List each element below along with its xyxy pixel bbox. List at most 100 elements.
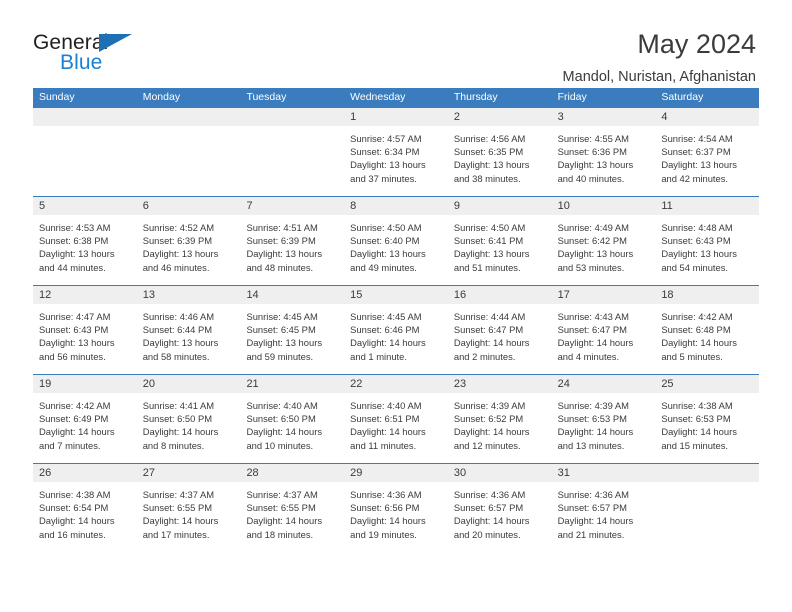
calendar-page: General Blue May 2024 Mandol, Nuristan, … (0, 0, 792, 612)
day-info-line: Daylight: 14 hours (39, 426, 115, 438)
day-info-line: and 38 minutes. (453, 172, 521, 184)
day-info-line: Sunset: 6:43 PM (661, 235, 731, 247)
day-number: 21 (246, 378, 259, 390)
day-info-line: Daylight: 14 hours (142, 515, 219, 527)
day-info-line: Sunrise: 4:47 AM (39, 311, 111, 322)
day-sun-info: Sunrise: 4:40 AM Sunset: 6:51 PM Daylight:… (344, 393, 448, 452)
day-info-line: Sunrise: 4:39 AM (557, 400, 629, 411)
day-sun-info: Sunrise: 4:42 AM Sunset: 6:49 PM Daylight:… (33, 393, 137, 452)
day-number: 1 (350, 111, 357, 123)
calendar-day-cell[interactable]: 20 Sunrise: 4:41 AM Sunset: 6:50 PM Dayligh… (136, 375, 241, 463)
day-number: 16 (453, 289, 467, 301)
general-blue-logo[interactable]: General Blue (33, 30, 145, 76)
day-sun-info: Sunrise: 4:47 AM Sunset: 6:43 PM Daylight:… (33, 304, 137, 363)
calendar-day-cell[interactable]: 23 Sunrise: 4:39 AM Sunset: 6:52 PM Dayligh… (447, 375, 552, 463)
calendar-day-cell[interactable]: 29 Sunrise: 4:36 AM Sunset: 6:56 PM Dayligh… (344, 464, 448, 552)
calendar-week-row: 1 Sunrise: 4:57 AM Sunset: 6:34 PM Daylight… (33, 107, 760, 196)
day-info-line: Sunset: 6:39 PM (246, 235, 316, 247)
day-number-band: 12 (33, 286, 137, 304)
calendar-day-cell[interactable]: 25 Sunrise: 4:38 AM Sunset: 6:53 PM Dayligh… (655, 375, 760, 463)
calendar-day-cell[interactable]: 22 Sunrise: 4:40 AM Sunset: 6:51 PM Dayligh… (344, 375, 448, 463)
calendar-day-cell[interactable]: 10 Sunrise: 4:49 AM Sunset: 6:42 PM Dayligh… (551, 197, 656, 285)
calendar-day-cell[interactable]: 7 Sunrise: 4:51 AM Sunset: 6:39 PM Daylight… (240, 197, 345, 285)
day-number: 4 (661, 111, 668, 123)
day-info-line: Sunrise: 4:57 AM (350, 133, 422, 144)
day-number: 2 (453, 111, 460, 123)
day-number-band: 26 (33, 464, 137, 482)
day-number: 27 (142, 467, 155, 479)
calendar-day-cell[interactable]: 8 Sunrise: 4:50 AM Sunset: 6:40 PM Daylight… (344, 197, 448, 285)
calendar-day-cell[interactable]: 2 Sunrise: 4:56 AM Sunset: 6:35 PM Daylight… (447, 108, 552, 196)
day-info-line: Sunset: 6:35 PM (453, 146, 524, 158)
day-number-band: 17 (551, 286, 656, 304)
day-info-line: Sunset: 6:50 PM (246, 413, 316, 425)
day-number-band: 8 (344, 197, 448, 215)
day-info-line: and 44 minutes. (39, 261, 106, 273)
calendar-day-cell[interactable]: 1 Sunrise: 4:57 AM Sunset: 6:34 PM Daylight… (344, 108, 448, 196)
day-info-line: Daylight: 14 hours (142, 426, 219, 438)
day-info-line: Sunrise: 4:49 AM (557, 222, 629, 233)
day-number-band: 28 (240, 464, 345, 482)
day-sun-info: Sunrise: 4:36 AM Sunset: 6:57 PM Daylight:… (448, 482, 552, 541)
day-number-band: 6 (136, 197, 241, 215)
day-info-line: Sunset: 6:39 PM (142, 235, 213, 247)
day-info-line: Sunrise: 4:42 AM (39, 400, 111, 411)
calendar-day-cell[interactable]: 12 Sunrise: 4:47 AM Sunset: 6:43 PM Dayligh… (33, 286, 137, 374)
weekday-header-tuesday: Tuesday (246, 91, 287, 103)
calendar-day-cell[interactable]: 14 Sunrise: 4:45 AM Sunset: 6:45 PM Dayligh… (240, 286, 345, 374)
day-info-line: and 54 minutes. (661, 261, 729, 273)
calendar-day-cell[interactable]: 19 Sunrise: 4:42 AM Sunset: 6:49 PM Dayligh… (33, 375, 137, 463)
logo-text-blue: Blue (60, 51, 103, 74)
day-number-band: 13 (136, 286, 241, 304)
day-info-line: Sunset: 6:52 PM (453, 413, 524, 425)
day-number-band: 21 (240, 375, 345, 393)
day-number: 20 (142, 378, 155, 390)
calendar-day-cell[interactable]: 21 Sunrise: 4:40 AM Sunset: 6:50 PM Dayligh… (240, 375, 345, 463)
day-number: 14 (246, 289, 259, 301)
calendar-day-cell[interactable]: 5 Sunrise: 4:53 AM Sunset: 6:38 PM Daylight… (33, 197, 137, 285)
day-info-line: and 17 minutes. (142, 528, 210, 540)
day-info-line: Sunrise: 4:40 AM (246, 400, 318, 411)
day-info-line: and 5 minutes. (661, 350, 723, 362)
day-info-line: Sunrise: 4:44 AM (453, 311, 526, 322)
calendar-day-cell[interactable]: 16 Sunrise: 4:44 AM Sunset: 6:47 PM Dayligh… (447, 286, 552, 374)
day-sun-info: Sunrise: 4:37 AM Sunset: 6:55 PM Daylight:… (240, 482, 344, 541)
calendar-day-cell[interactable]: 30 Sunrise: 4:36 AM Sunset: 6:57 PM Dayligh… (447, 464, 552, 552)
calendar-day-cell[interactable]: 9 Sunrise: 4:50 AM Sunset: 6:41 PM Daylight… (447, 197, 552, 285)
calendar-day-cell[interactable]: 11 Sunrise: 4:48 AM Sunset: 6:43 PM Dayligh… (655, 197, 760, 285)
calendar-day-cell[interactable]: 18 Sunrise: 4:42 AM Sunset: 6:48 PM Dayligh… (655, 286, 760, 374)
day-info-line: Sunset: 6:51 PM (350, 413, 420, 425)
day-info-line: Daylight: 13 hours (142, 248, 219, 260)
calendar-day-cell[interactable]: 3 Sunrise: 4:55 AM Sunset: 6:36 PM Daylight… (551, 108, 656, 196)
calendar-day-cell[interactable]: 28 Sunrise: 4:37 AM Sunset: 6:55 PM Dayligh… (240, 464, 345, 552)
day-info-line: and 12 minutes. (453, 439, 521, 451)
day-info-line: Sunrise: 4:45 AM (246, 311, 318, 322)
day-sun-info: Sunrise: 4:49 AM Sunset: 6:42 PM Daylight:… (552, 215, 656, 274)
day-sun-info: Sunrise: 4:52 AM Sunset: 6:39 PM Daylight:… (137, 215, 241, 274)
day-info-line: Sunrise: 4:56 AM (453, 133, 526, 144)
day-info-line: Daylight: 13 hours (453, 159, 530, 171)
day-info-line: Daylight: 13 hours (142, 337, 219, 349)
day-info-line: Sunrise: 4:53 AM (39, 222, 111, 233)
day-info-line: and 19 minutes. (350, 528, 417, 540)
calendar-day-cell[interactable]: 17 Sunrise: 4:43 AM Sunset: 6:47 PM Dayligh… (551, 286, 656, 374)
day-number: 25 (661, 378, 674, 390)
calendar-day-cell[interactable]: 13 Sunrise: 4:46 AM Sunset: 6:44 PM Dayligh… (136, 286, 241, 374)
day-info-line: Sunrise: 4:39 AM (453, 400, 526, 411)
calendar-day-cell[interactable]: 27 Sunrise: 4:37 AM Sunset: 6:55 PM Dayligh… (136, 464, 241, 552)
calendar-day-cell[interactable]: 31 Sunrise: 4:36 AM Sunset: 6:57 PM Dayligh… (551, 464, 656, 552)
calendar-day-cell[interactable]: 4 Sunrise: 4:54 AM Sunset: 6:37 PM Daylight… (655, 108, 760, 196)
calendar-day-cell[interactable]: 6 Sunrise: 4:52 AM Sunset: 6:39 PM Daylight… (136, 197, 241, 285)
page-header: General Blue May 2024 Mandol, Nuristan, … (0, 0, 792, 84)
logo-text-general: General (33, 31, 109, 54)
page-title: May 2024 (637, 29, 756, 59)
day-number-band: 29 (344, 464, 448, 482)
calendar-day-cell[interactable]: 26 Sunrise: 4:38 AM Sunset: 6:54 PM Dayligh… (33, 464, 137, 552)
day-sun-info: Sunrise: 4:39 AM Sunset: 6:53 PM Daylight:… (552, 393, 656, 452)
day-info-line: Daylight: 13 hours (39, 337, 115, 349)
day-info-line: Sunset: 6:57 PM (453, 502, 524, 514)
weekday-header-saturday: Saturday (661, 91, 704, 103)
calendar-day-cell[interactable]: 24 Sunrise: 4:39 AM Sunset: 6:53 PM Dayligh… (551, 375, 656, 463)
calendar-day-cell[interactable]: 15 Sunrise: 4:45 AM Sunset: 6:46 PM Dayligh… (344, 286, 448, 374)
day-info-line: Daylight: 13 hours (246, 248, 323, 260)
